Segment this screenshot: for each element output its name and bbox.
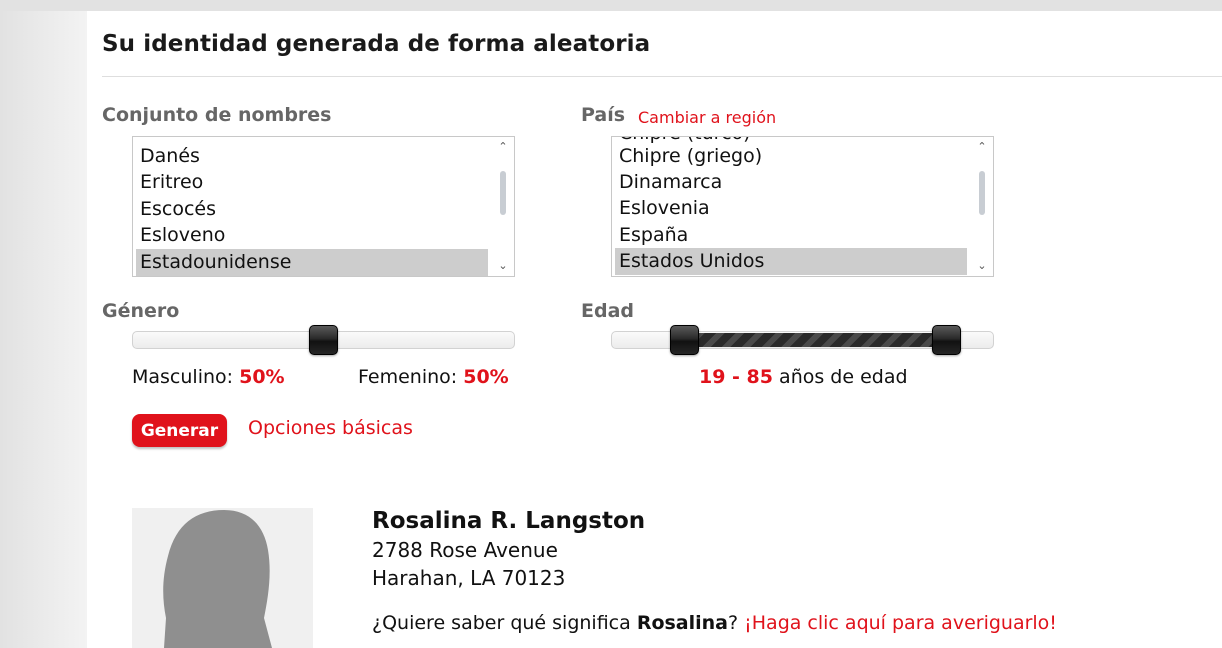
scroll-up-icon[interactable]: ⌃ bbox=[976, 141, 988, 153]
switch-to-region-link[interactable]: Cambiar a región bbox=[638, 108, 776, 127]
name-set-option[interactable]: Escocés bbox=[136, 196, 488, 223]
age-max-handle[interactable] bbox=[932, 325, 961, 355]
male-percentage: Masculino: 50% bbox=[132, 366, 285, 388]
male-label: Masculino: bbox=[132, 366, 234, 388]
name-set-option[interactable]: Eritreo bbox=[136, 169, 488, 196]
person-name: Rosalina R. Langston bbox=[372, 508, 646, 534]
name-meaning-line: ¿Quiere saber qué significa Rosalina? ¡H… bbox=[372, 612, 1057, 634]
scroll-down-icon[interactable]: ⌄ bbox=[497, 260, 509, 272]
gender-slider[interactable] bbox=[132, 325, 515, 355]
title-divider bbox=[102, 76, 1222, 77]
age-range-text: 19 - 85 años de edad bbox=[699, 366, 908, 388]
female-value: 50% bbox=[463, 366, 509, 388]
country-option[interactable]: Dinamarca bbox=[615, 169, 967, 196]
age-range-value: 19 - 85 bbox=[699, 366, 773, 388]
name-set-option[interactable]: Danés bbox=[136, 143, 488, 170]
gender-slider-handle[interactable] bbox=[309, 325, 338, 355]
scrollbar-thumb[interactable] bbox=[500, 171, 506, 215]
top-strip bbox=[0, 0, 1222, 11]
scroll-down-icon[interactable]: ⌄ bbox=[976, 260, 988, 272]
name-set-option[interactable]: Esloveno bbox=[136, 222, 488, 249]
female-percentage: Femenino: 50% bbox=[358, 366, 509, 388]
female-label: Femenino: bbox=[358, 366, 458, 388]
male-value: 50% bbox=[239, 366, 285, 388]
country-option[interactable]: Chipre (griego) bbox=[615, 143, 967, 170]
scrollbar-thumb[interactable] bbox=[979, 171, 985, 215]
country-option[interactable]: España bbox=[615, 222, 967, 249]
name-set-label: Conjunto de nombres bbox=[102, 104, 332, 126]
country-option-selected[interactable]: Estados Unidos bbox=[615, 248, 967, 275]
street-address: 2788 Rose Avenue bbox=[372, 538, 558, 562]
name-set-listbox[interactable]: Danés Eritreo Escocés Esloveno Estadouni… bbox=[132, 136, 515, 277]
meaning-prefix: ¿Quiere saber qué significa bbox=[372, 612, 631, 634]
age-label: Edad bbox=[581, 300, 635, 322]
name-set-option-selected[interactable]: Estadounidense bbox=[136, 249, 488, 276]
age-min-handle[interactable] bbox=[670, 325, 699, 355]
country-option[interactable]: Eslovenia bbox=[615, 195, 967, 222]
female-silhouette-icon bbox=[163, 510, 272, 648]
page-title: Su identidad generada de forma aleatoria bbox=[102, 31, 651, 57]
name-meaning-link[interactable]: ¡Haga clic aquí para averiguarlo! bbox=[744, 612, 1057, 634]
identity-panel: Su identidad generada de forma aleatoria… bbox=[87, 11, 1222, 648]
city-state-zip: Harahan, LA 70123 bbox=[372, 566, 566, 590]
meaning-first-name: Rosalina bbox=[636, 612, 728, 634]
age-slider[interactable] bbox=[611, 325, 994, 355]
scroll-up-icon[interactable]: ⌃ bbox=[497, 141, 509, 153]
country-label: País bbox=[581, 104, 626, 126]
age-range-fill bbox=[684, 333, 947, 347]
generate-button[interactable]: Generar bbox=[132, 414, 227, 447]
country-listbox[interactable]: Chipre (turco) Chipre (griego) Dinamarca… bbox=[611, 136, 994, 277]
age-range-suffix: años de edad bbox=[779, 366, 908, 388]
basic-options-link[interactable]: Opciones básicas bbox=[248, 417, 413, 439]
avatar bbox=[132, 508, 313, 648]
meaning-qmark: ? bbox=[728, 612, 739, 634]
gender-label: Género bbox=[102, 300, 180, 322]
